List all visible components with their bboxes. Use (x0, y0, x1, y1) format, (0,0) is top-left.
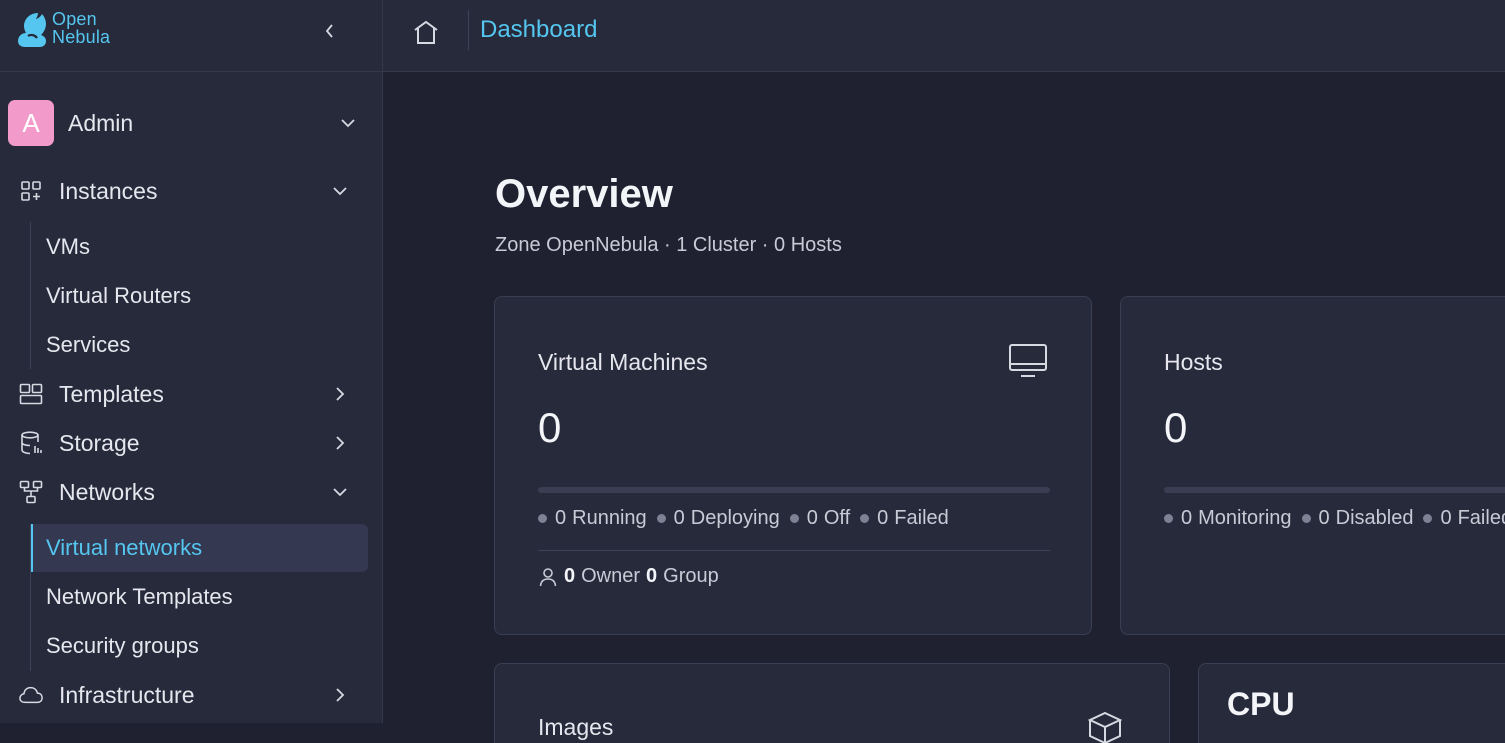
chevron-right-icon (329, 684, 351, 706)
sidebar-item-label: Virtual networks (46, 535, 202, 561)
sidebar-item-templates[interactable]: Templates (0, 372, 383, 416)
chevron-right-icon (329, 432, 351, 454)
database-icon (19, 431, 43, 455)
brand-header: Open Nebula (0, 0, 382, 72)
group-label: Group (663, 565, 719, 588)
card-separator (538, 550, 1050, 551)
card-title: Images (538, 714, 613, 741)
card-title: Virtual Machines (538, 349, 708, 376)
sidebar-item-label: Storage (59, 430, 140, 457)
vm-status-stats: 0 Running 0 Deploying 0 Off 0 Failed (538, 507, 959, 530)
stat-label: Off (824, 507, 850, 530)
host-status-bar (1164, 487, 1505, 493)
stat-failed: 0 Failed (1423, 507, 1505, 530)
chevron-left-icon (323, 22, 337, 40)
stat-label: Running (572, 507, 647, 530)
sidebar-item-services[interactable]: Services (31, 321, 368, 369)
stat-label: Deploying (691, 507, 780, 530)
page-title: Overview (495, 172, 673, 217)
user-name: Admin (68, 110, 338, 137)
sidebar-item-label: Network Templates (46, 584, 233, 610)
sidebar-item-storage[interactable]: Storage (0, 421, 383, 465)
page-subtitle: Zone OpenNebula · 1 Cluster · 0 Hosts (495, 234, 842, 257)
sidebar-item-label: Virtual Routers (46, 283, 191, 309)
chevron-down-icon (338, 113, 358, 133)
chevron-right-icon (329, 383, 351, 405)
apps-add-icon (19, 179, 43, 203)
avatar: A (8, 100, 54, 146)
sidebar: Open Nebula A Admin Instances VMs (0, 0, 383, 723)
sidebar-item-label: Services (46, 332, 130, 358)
images-card[interactable]: Images (494, 663, 1170, 743)
stat-value: 0 (1319, 507, 1330, 530)
stat-label: Disabled (1336, 507, 1414, 530)
owner-count: 0 (564, 565, 575, 588)
main-content: Overview Zone OpenNebula · 1 Cluster · 0… (383, 72, 1505, 723)
sidebar-item-networks[interactable]: Networks (0, 470, 383, 514)
host-status-stats: 0 Monitoring 0 Disabled 0 Failed (1164, 507, 1505, 530)
brand-line2: Nebula (52, 28, 110, 46)
stat-monitoring: 0 Monitoring (1164, 507, 1292, 530)
stat-value: 0 (1440, 507, 1451, 530)
top-bar: Dashboard (383, 0, 1505, 72)
vms-card[interactable]: Virtual Machines 0 0 Running 0 Deploying 0… (494, 296, 1092, 635)
stat-value: 0 (877, 507, 888, 530)
brand-line1: Open (52, 10, 110, 28)
vm-count: 0 (538, 404, 561, 452)
stat-disabled: 0 Disabled (1302, 507, 1414, 530)
sidebar-item-virtual-routers[interactable]: Virtual Routers (31, 272, 368, 320)
owner-group-summary: 0 Owner 0 Group (538, 565, 719, 588)
box-icon (1087, 710, 1123, 743)
stat-label: Failed (1458, 507, 1505, 530)
network-icon (19, 480, 43, 504)
owner-label: Owner (581, 565, 640, 588)
sidebar-item-label: VMs (46, 234, 90, 260)
group-count: 0 (646, 565, 657, 588)
chevron-down-icon (329, 180, 351, 202)
stat-deploying: 0 Deploying (657, 507, 780, 530)
card-title: CPU (1227, 686, 1295, 723)
sidebar-item-label: Templates (59, 381, 164, 408)
monitor-icon (1008, 343, 1048, 379)
stat-value: 0 (807, 507, 818, 530)
user-menu[interactable]: A Admin (8, 100, 368, 146)
vm-status-bar (538, 487, 1050, 493)
sidebar-item-label: Infrastructure (59, 682, 195, 709)
cloud-icon (19, 683, 43, 707)
sidebar-item-virtual-networks[interactable]: Virtual networks (31, 524, 368, 572)
stat-running: 0 Running (538, 507, 647, 530)
stat-failed: 0 Failed (860, 507, 949, 530)
divider (468, 10, 469, 50)
stat-label: Monitoring (1198, 507, 1291, 530)
stat-label: Failed (894, 507, 948, 530)
sidebar-item-label: Security groups (46, 633, 199, 659)
collapse-sidebar-button[interactable] (318, 19, 342, 43)
opennebula-logo-icon (16, 10, 48, 48)
card-title: Hosts (1164, 349, 1223, 376)
sidebar-item-infrastructure[interactable]: Infrastructure (0, 673, 383, 717)
sidebar-item-label: Networks (59, 479, 155, 506)
sidebar-item-vms[interactable]: VMs (31, 223, 368, 271)
sidebar-item-label: Instances (59, 178, 157, 205)
templates-icon (19, 382, 43, 406)
hosts-card[interactable]: Hosts 0 0 Monitoring 0 Disabled 0 Failed (1120, 296, 1505, 635)
sidebar-item-security-groups[interactable]: Security groups (31, 622, 368, 670)
home-icon (412, 19, 440, 45)
stat-value: 0 (674, 507, 685, 530)
stat-value: 0 (1181, 507, 1192, 530)
cpu-card[interactable]: CPU (1198, 663, 1505, 743)
home-button[interactable] (411, 17, 441, 47)
sidebar-item-network-templates[interactable]: Network Templates (31, 573, 368, 621)
breadcrumb[interactable]: Dashboard (480, 16, 597, 44)
sidebar-item-instances[interactable]: Instances (0, 169, 383, 213)
user-icon (538, 567, 558, 587)
chevron-down-icon (329, 481, 351, 503)
host-count: 0 (1164, 404, 1187, 452)
stat-value: 0 (555, 507, 566, 530)
brand-name: Open Nebula (52, 10, 110, 46)
stat-off: 0 Off (790, 507, 850, 530)
